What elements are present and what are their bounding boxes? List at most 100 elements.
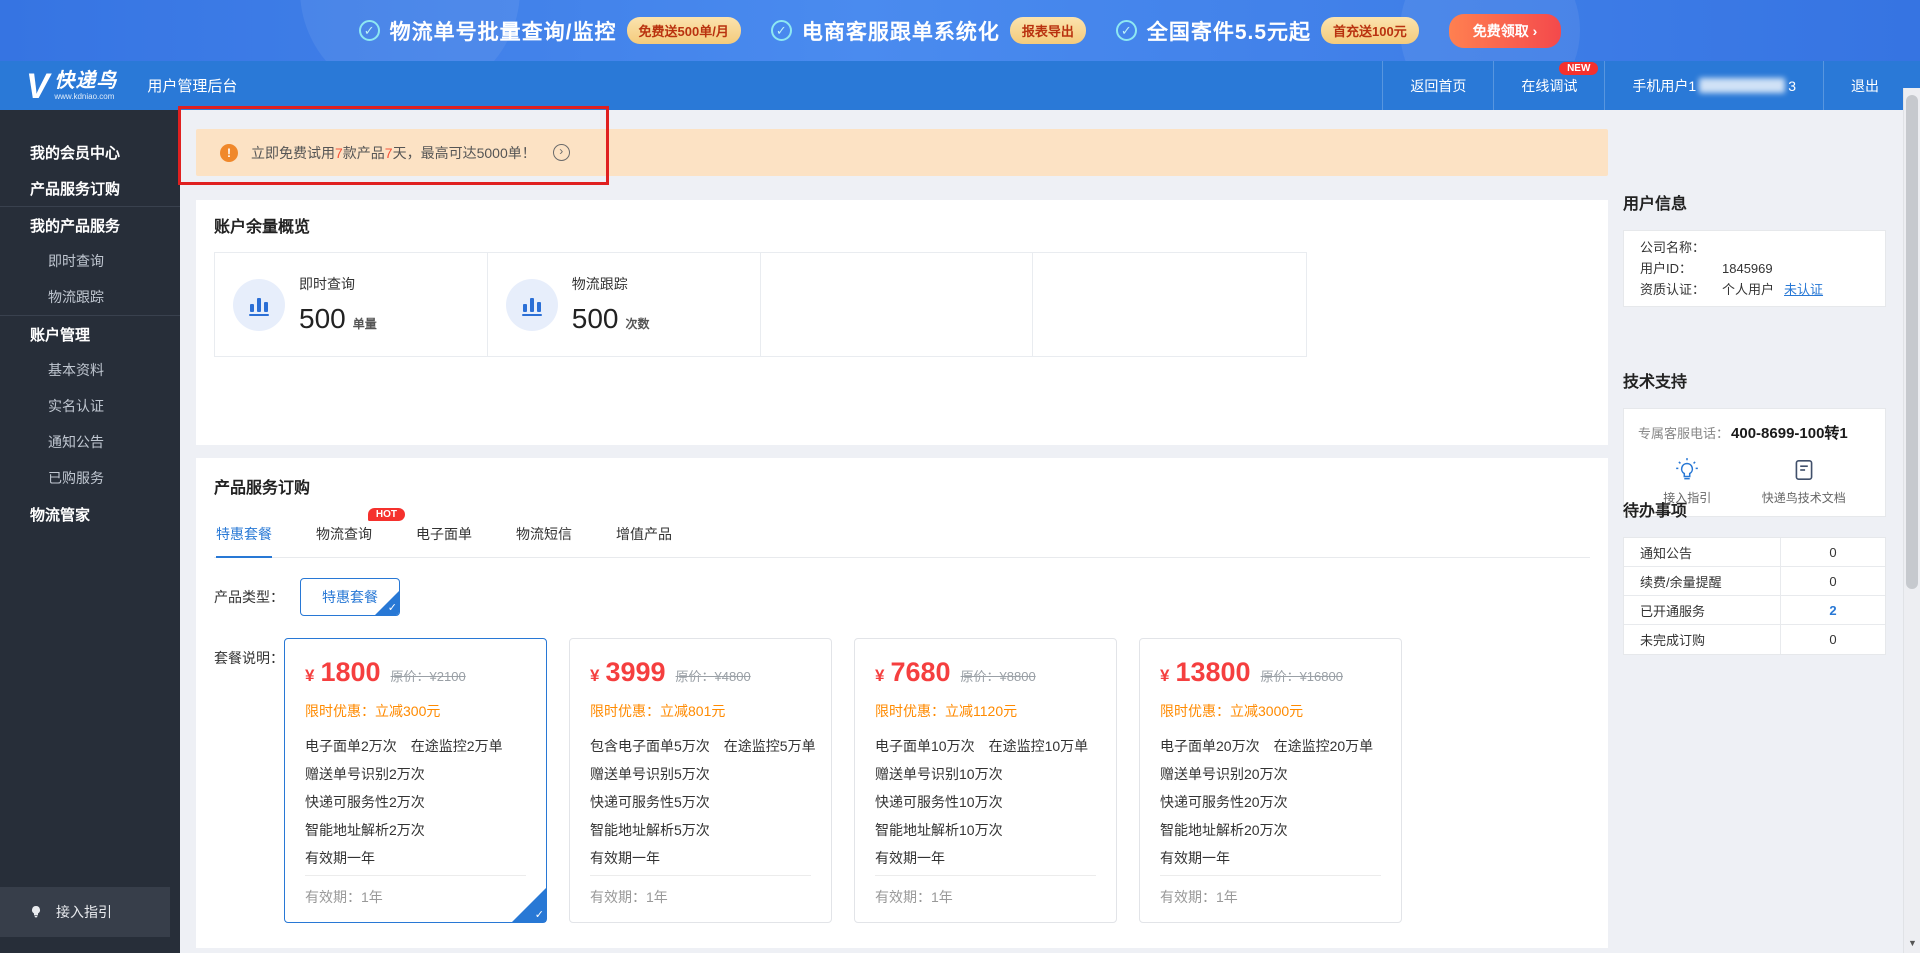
warning-icon: ! [220, 143, 238, 162]
plan-original-price: 原价：¥8800 [960, 669, 1036, 684]
sidebar-group: 账户管理 基本资料 实名认证 通知公告 已购服务 物流管家 [0, 316, 180, 532]
plan-desc-label: 套餐说明： [214, 650, 284, 666]
tech-support-title: 技术支持 [1623, 374, 1688, 391]
not-certified-link[interactable]: 未认证 [1784, 279, 1823, 300]
plan-price: 7680 [890, 657, 951, 687]
nav-online-debug[interactable]: 在线调试 NEW [1493, 61, 1604, 110]
qualification-value: 个人用户 [1722, 282, 1775, 297]
sidebar-item-instant-query[interactable]: 即时查询 [0, 243, 180, 279]
tab-special-package[interactable]: 特惠套餐 [216, 524, 272, 558]
sidebar-access-guide[interactable]: 接入指引 [0, 887, 170, 937]
promo-item-shipping[interactable]: ✓ 全国寄件5.5元起 首充送100元 [1115, 16, 1419, 46]
plan-original-price: 原价：¥4800 [675, 669, 751, 684]
sidebar-item-logistics-butler[interactable]: 物流管家 [0, 496, 180, 532]
check-icon: ✓ [387, 602, 397, 614]
todo-value: 2 [1780, 595, 1885, 625]
scrollbar-thumb[interactable] [1906, 95, 1918, 589]
header-nav: 返回首页 在线调试 NEW 手机用户1 3 退出 [1382, 61, 1906, 110]
promo-text: 电商客服跟单系统化 [801, 20, 1000, 44]
user-name-suffix: 3 [1788, 77, 1796, 94]
sidebar-item-account-mgmt[interactable]: 账户管理 [0, 316, 180, 352]
plan-feature: 智能地址解析5万次 [590, 822, 710, 838]
plan-promo: 限时优惠：立减300元 [305, 703, 441, 719]
todo-row-renewal-reminder[interactable]: 续费/余量提醒 0 [1624, 566, 1885, 596]
check-icon: ✓ [534, 909, 544, 921]
promo-text: 物流单号批量查询/监控 [389, 20, 617, 44]
promo-badge: 首充送100元 [1321, 17, 1419, 44]
sidebar: 我的会员中心 产品服务订购 我的产品服务 即时查询 物流跟踪 账户管理 基本资料… [0, 110, 180, 953]
tab-electronic-waybill[interactable]: 电子面单 [416, 524, 472, 557]
product-type-button[interactable]: 特惠套餐 ✓ [300, 578, 400, 616]
todo-row-active-services[interactable]: 已开通服务 2 [1624, 595, 1885, 625]
plan-card-1800[interactable]: ¥ 1800 原价：¥2100 限时优惠：立减300元 电子面单2万次 在途监控… [284, 638, 547, 923]
plan-feature: 电子面单10万次 在途监控10万单 [875, 738, 1089, 754]
qualification-label: 资质认证： [1640, 282, 1706, 297]
todo-table: 通知公告 0 续费/余量提醒 0 已开通服务 2 未完成订购 0 [1623, 537, 1886, 655]
plans-row: 套餐说明： ¥ 1800 原价：¥2100 限时优惠：立减300元 电子面单2万… [214, 638, 1590, 923]
sidebar-item-realname-auth[interactable]: 实名认证 [0, 388, 180, 424]
balance-cell-instant-query[interactable]: 即时查询 500 单量 [215, 253, 488, 356]
balance-cell-logistics-tracking[interactable]: 物流跟踪 500 次数 [488, 253, 761, 356]
lightbulb-icon [1676, 458, 1699, 480]
sidebar-item-product-order[interactable]: 产品服务订购 [0, 170, 180, 206]
todo-row-incomplete-orders[interactable]: 未完成订购 0 [1624, 625, 1885, 654]
support-phone-number: 400-8699-100转1 [1731, 425, 1848, 442]
promo-item-ecommerce[interactable]: ✓ 电商客服跟单系统化 报表导出 [770, 16, 1086, 46]
todo-label: 未完成订购 [1640, 633, 1706, 648]
plan-original-price: 原价：¥2100 [390, 669, 466, 684]
sidebar-item-logistics-tracking[interactable]: 物流跟踪 [0, 279, 180, 315]
plan-card-3999[interactable]: ¥ 3999 原价：¥4800 限时优惠：立减801元 包含电子面单5万次 在途… [569, 638, 832, 923]
bar-chart-icon [505, 278, 558, 331]
free-claim-button[interactable]: 免费领取 › [1448, 13, 1562, 48]
nav-return-home[interactable]: 返回首页 [1382, 61, 1493, 110]
promo-item-tracking[interactable]: ✓ 物流单号批量查询/监控 免费送500单/月 [358, 16, 741, 46]
plan-card-13800[interactable]: ¥ 13800 原价：¥16800 限时优惠：立减3000元 电子面单20万次 … [1139, 638, 1402, 923]
support-phone-label: 专属客服电话： [1638, 426, 1730, 441]
todo-label: 已开通服务 [1640, 603, 1706, 619]
sidebar-item-purchased-services[interactable]: 已购服务 [0, 460, 180, 496]
todo-value: 0 [1780, 566, 1885, 596]
tech-support-section: 技术支持 专属客服电话： 400-8699-100转1 接入指引 快递鸟技术文档 [1623, 368, 1886, 517]
plan-feature: 智能地址解析10万次 [875, 822, 1003, 838]
nav-logout[interactable]: 退出 [1823, 61, 1906, 110]
plan-features: 电子面单20万次 在途监控20万单 赠送单号识别20万次 快递可服务性20万次 … [1160, 732, 1381, 872]
kdniao-logo[interactable]: V 快递鸟 www.kdniao.com [26, 69, 117, 104]
plan-features: 电子面单10万次 在途监控10万单 赠送单号识别10万次 快递可服务性10万次 … [875, 732, 1096, 872]
plan-card-7680[interactable]: ¥ 7680 原价：¥8800 限时优惠：立减1120元 电子面单10万次 在途… [854, 638, 1117, 923]
plan-validity: 有效期：1年 [1160, 875, 1381, 907]
scrollbar-down-arrow[interactable]: ▼ [1904, 938, 1920, 948]
plan-feature: 快递可服务性5万次 [590, 794, 710, 810]
sidebar-item-member-center[interactable]: 我的会员中心 [0, 134, 180, 170]
balance-overview-title: 账户余量概览 [214, 219, 311, 236]
document-icon [1795, 459, 1813, 481]
plan-feature: 快递可服务性10万次 [875, 794, 1003, 810]
tab-value-added[interactable]: 增值产品 [616, 524, 672, 557]
promo-badge: 免费送500单/月 [626, 17, 741, 44]
sidebar-group: 我的会员中心 产品服务订购 [0, 110, 180, 207]
sidebar-item-basic-info[interactable]: 基本资料 [0, 352, 180, 388]
user-info-box: 公司名称： 用户ID： 1845969 资质认证： 个人用户 未认证 [1623, 230, 1886, 307]
plan-feature: 有效期一年 [1160, 850, 1230, 866]
stat-value: 500 [299, 303, 346, 334]
product-order-panel: 产品服务订购 特惠套餐 物流查询 HOT 电子面单 物流短信 增值产品 产品类型… [196, 458, 1608, 948]
todo-section: 待办事项 通知公告 0 续费/余量提醒 0 已开通服务 2 未完成订购 0 [1623, 497, 1886, 655]
plan-feature: 电子面单2万次 在途监控2万单 [305, 738, 503, 754]
user-info-section: 用户信息 公司名称： 用户ID： 1845969 资质认证： 个人用户 未认证 [1623, 190, 1886, 307]
plan-features: 电子面单2万次 在途监控2万单 赠送单号识别2万次 快递可服务性2万次 智能地址… [305, 732, 526, 872]
lightbulb-icon [31, 906, 41, 918]
todo-value: 0 [1780, 625, 1885, 654]
circle-check-icon: ✓ [770, 20, 792, 41]
support-phone-row: 专属客服电话： 400-8699-100转1 [1638, 422, 1871, 443]
plan-feature: 有效期一年 [590, 850, 660, 866]
circle-arrow-icon[interactable]: › [552, 144, 570, 161]
tab-logistics-sms[interactable]: 物流短信 [516, 524, 572, 557]
sidebar-item-my-products[interactable]: 我的产品服务 [0, 207, 180, 243]
sidebar-item-notices[interactable]: 通知公告 [0, 424, 180, 460]
plan-feature: 赠送单号识别2万次 [305, 766, 425, 782]
todo-row-notices[interactable]: 通知公告 0 [1624, 537, 1885, 567]
product-order-title: 产品服务订购 [214, 480, 311, 497]
tab-logistics-query[interactable]: 物流查询 HOT [316, 508, 405, 557]
vertical-scrollbar[interactable]: ▼ [1903, 88, 1920, 953]
nav-user-account[interactable]: 手机用户1 3 [1604, 61, 1823, 110]
plan-validity: 有效期：1年 [875, 875, 1096, 907]
